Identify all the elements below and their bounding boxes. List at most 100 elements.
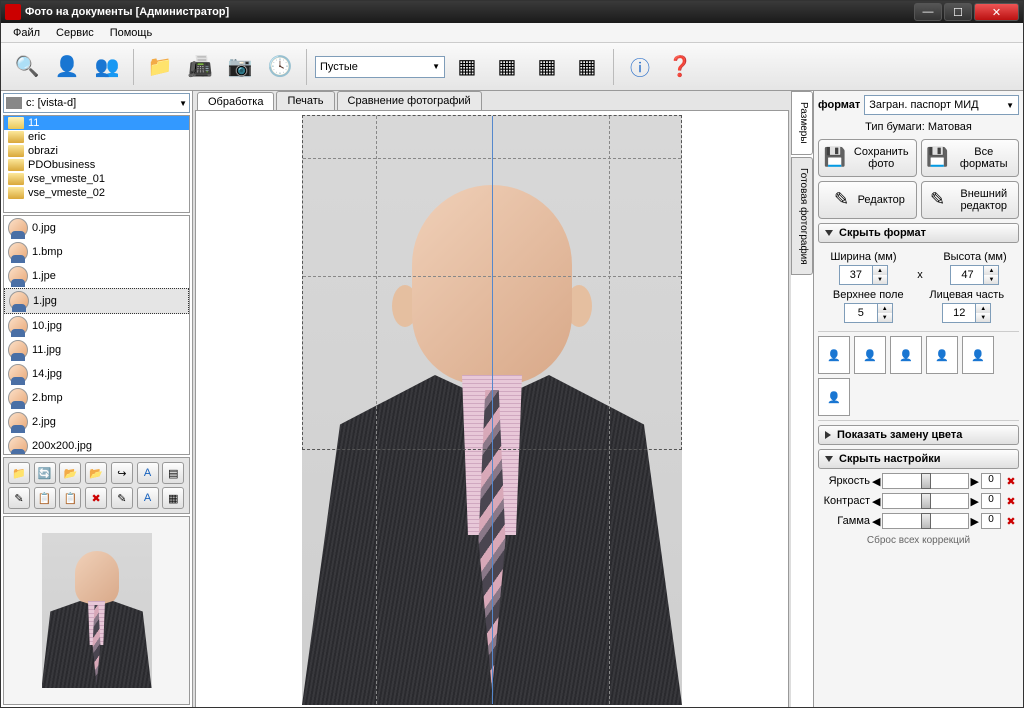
- spin-up[interactable]: ▲: [878, 304, 892, 313]
- thumb-button[interactable]: ▦: [162, 487, 184, 509]
- editor-button[interactable]: ✎ Редактор: [818, 181, 917, 219]
- file-list[interactable]: 0.jpg1.bmp1.jpe1.jpg10.jpg11.jpg14.jpg2.…: [3, 215, 190, 455]
- arrow-left-icon[interactable]: ◀: [872, 475, 880, 488]
- file-item[interactable]: 14.jpg: [4, 362, 189, 386]
- search-person-button[interactable]: 🔍: [9, 49, 45, 85]
- hide-settings-header[interactable]: Скрыть настройки: [818, 449, 1019, 469]
- history-button[interactable]: 🕓: [262, 49, 298, 85]
- contrast-slider[interactable]: [882, 493, 968, 509]
- show-color-header[interactable]: Показать замену цвета: [818, 425, 1019, 445]
- drive-combo[interactable]: c: [vista-d] ▼: [3, 93, 190, 113]
- photo-canvas[interactable]: [195, 110, 789, 707]
- arrow-right-icon[interactable]: ▶: [971, 495, 979, 508]
- brightness-value[interactable]: 0: [981, 473, 1001, 489]
- arrow-right-icon[interactable]: ▶: [971, 515, 979, 528]
- folder-item[interactable]: eric: [4, 130, 189, 144]
- format-thumb[interactable]: 👤: [962, 336, 994, 374]
- file-item[interactable]: 1.jpe: [4, 264, 189, 288]
- reset-gamma-button[interactable]: ✖: [1003, 513, 1019, 529]
- menu-service[interactable]: Сервис: [48, 25, 102, 41]
- delete-button[interactable]: ✖: [85, 487, 107, 509]
- format-thumb[interactable]: 👤: [854, 336, 886, 374]
- copy-button[interactable]: 📋: [34, 487, 56, 509]
- layout-delete-button[interactable]: ▦: [569, 49, 605, 85]
- reset-contrast-button[interactable]: ✖: [1003, 493, 1019, 509]
- paste-button[interactable]: 📋: [59, 487, 81, 509]
- height-spinner[interactable]: ▲▼: [950, 265, 999, 285]
- tab-print[interactable]: Печать: [276, 91, 334, 110]
- file-item[interactable]: 2.jpg: [4, 410, 189, 434]
- brightness-slider[interactable]: [882, 473, 968, 489]
- open-button[interactable]: 📁: [142, 49, 178, 85]
- menu-file[interactable]: Файл: [5, 25, 48, 41]
- all-formats-button[interactable]: 💾 Все форматы: [921, 139, 1020, 177]
- gamma-slider[interactable]: [882, 513, 968, 529]
- help-button[interactable]: ❓: [662, 49, 698, 85]
- top-spinner[interactable]: ▲▼: [844, 303, 893, 323]
- arrow-left-icon[interactable]: ◀: [872, 495, 880, 508]
- format-thumb[interactable]: 👤: [926, 336, 958, 374]
- layout-edit-button[interactable]: ▦: [489, 49, 525, 85]
- home-button[interactable]: 📂: [59, 462, 81, 484]
- file-item[interactable]: 1.bmp: [4, 240, 189, 264]
- spin-up[interactable]: ▲: [984, 266, 998, 275]
- minimize-button[interactable]: —: [914, 3, 942, 21]
- nav-button[interactable]: ↪: [111, 462, 133, 484]
- webcam-button[interactable]: 📷: [222, 49, 258, 85]
- save-photo-button[interactable]: 💾 Сохранить фото: [818, 139, 917, 177]
- spin-up[interactable]: ▲: [873, 266, 887, 275]
- file-item[interactable]: 200x200.jpg: [4, 434, 189, 455]
- rename-button[interactable]: ✎: [111, 487, 133, 509]
- file-item[interactable]: 10.jpg: [4, 314, 189, 338]
- external-editor-button[interactable]: ✎ Внешний редактор: [921, 181, 1020, 219]
- height-input[interactable]: [951, 269, 983, 281]
- face-spinner[interactable]: ▲▼: [942, 303, 991, 323]
- vtab-sizes[interactable]: Размеры: [791, 91, 813, 155]
- file-item[interactable]: 11.jpg: [4, 338, 189, 362]
- format-thumb[interactable]: 👤: [818, 378, 850, 416]
- layout-select-button[interactable]: ▦: [449, 49, 485, 85]
- folder-item[interactable]: PDObusiness: [4, 158, 189, 172]
- up-button[interactable]: 📂: [85, 462, 107, 484]
- delete-person-button[interactable]: 👤: [49, 49, 85, 85]
- spin-down[interactable]: ▼: [984, 275, 998, 284]
- scan-button[interactable]: 📠: [182, 49, 218, 85]
- contrast-value[interactable]: 0: [981, 493, 1001, 509]
- close-button[interactable]: ✕: [974, 3, 1019, 21]
- face-input[interactable]: [943, 307, 975, 319]
- width-spinner[interactable]: ▲▼: [839, 265, 888, 285]
- info-button[interactable]: ⓘ: [622, 49, 658, 85]
- gamma-value[interactable]: 0: [981, 513, 1001, 529]
- menu-help[interactable]: Помощь: [102, 25, 161, 41]
- crop-frame[interactable]: [302, 115, 682, 450]
- arrow-right-icon[interactable]: ▶: [971, 475, 979, 488]
- reset-brightness-button[interactable]: ✖: [1003, 473, 1019, 489]
- width-input[interactable]: [840, 269, 872, 281]
- folder-list[interactable]: 11ericobraziPDObusinessvse_vmeste_01vse_…: [3, 115, 190, 213]
- main-photo[interactable]: [302, 115, 682, 705]
- refresh-button[interactable]: 🔄: [34, 462, 56, 484]
- folder-item[interactable]: vse_vmeste_01: [4, 172, 189, 186]
- spin-up[interactable]: ▲: [976, 304, 990, 313]
- template-combo[interactable]: Пустые ▼: [315, 56, 445, 78]
- maximize-button[interactable]: ☐: [944, 3, 972, 21]
- file-item[interactable]: 2.bmp: [4, 386, 189, 410]
- spin-down[interactable]: ▼: [976, 313, 990, 322]
- folder-item[interactable]: obrazi: [4, 144, 189, 158]
- spin-down[interactable]: ▼: [878, 313, 892, 322]
- new-folder-button[interactable]: 📁: [8, 462, 30, 484]
- folder-item[interactable]: vse_vmeste_02: [4, 186, 189, 200]
- spin-down[interactable]: ▼: [873, 275, 887, 284]
- vtab-ready[interactable]: Готовая фотография: [791, 157, 813, 276]
- titlebar[interactable]: Фото на документы [Администратор] — ☐ ✕: [1, 1, 1023, 23]
- format-combo[interactable]: Загран. паспорт МИД ▼: [864, 95, 1019, 115]
- tab-process[interactable]: Обработка: [197, 92, 274, 111]
- format-thumb[interactable]: 👤: [818, 336, 850, 374]
- tab-compare[interactable]: Сравнение фотографий: [337, 91, 482, 110]
- layout-add-button[interactable]: ▦: [529, 49, 565, 85]
- arrow-left-icon[interactable]: ◀: [872, 515, 880, 528]
- folder-item[interactable]: 11: [4, 116, 189, 130]
- filter-button[interactable]: A: [137, 487, 159, 509]
- format-thumb[interactable]: 👤: [890, 336, 922, 374]
- hide-format-header[interactable]: Скрыть формат: [818, 223, 1019, 243]
